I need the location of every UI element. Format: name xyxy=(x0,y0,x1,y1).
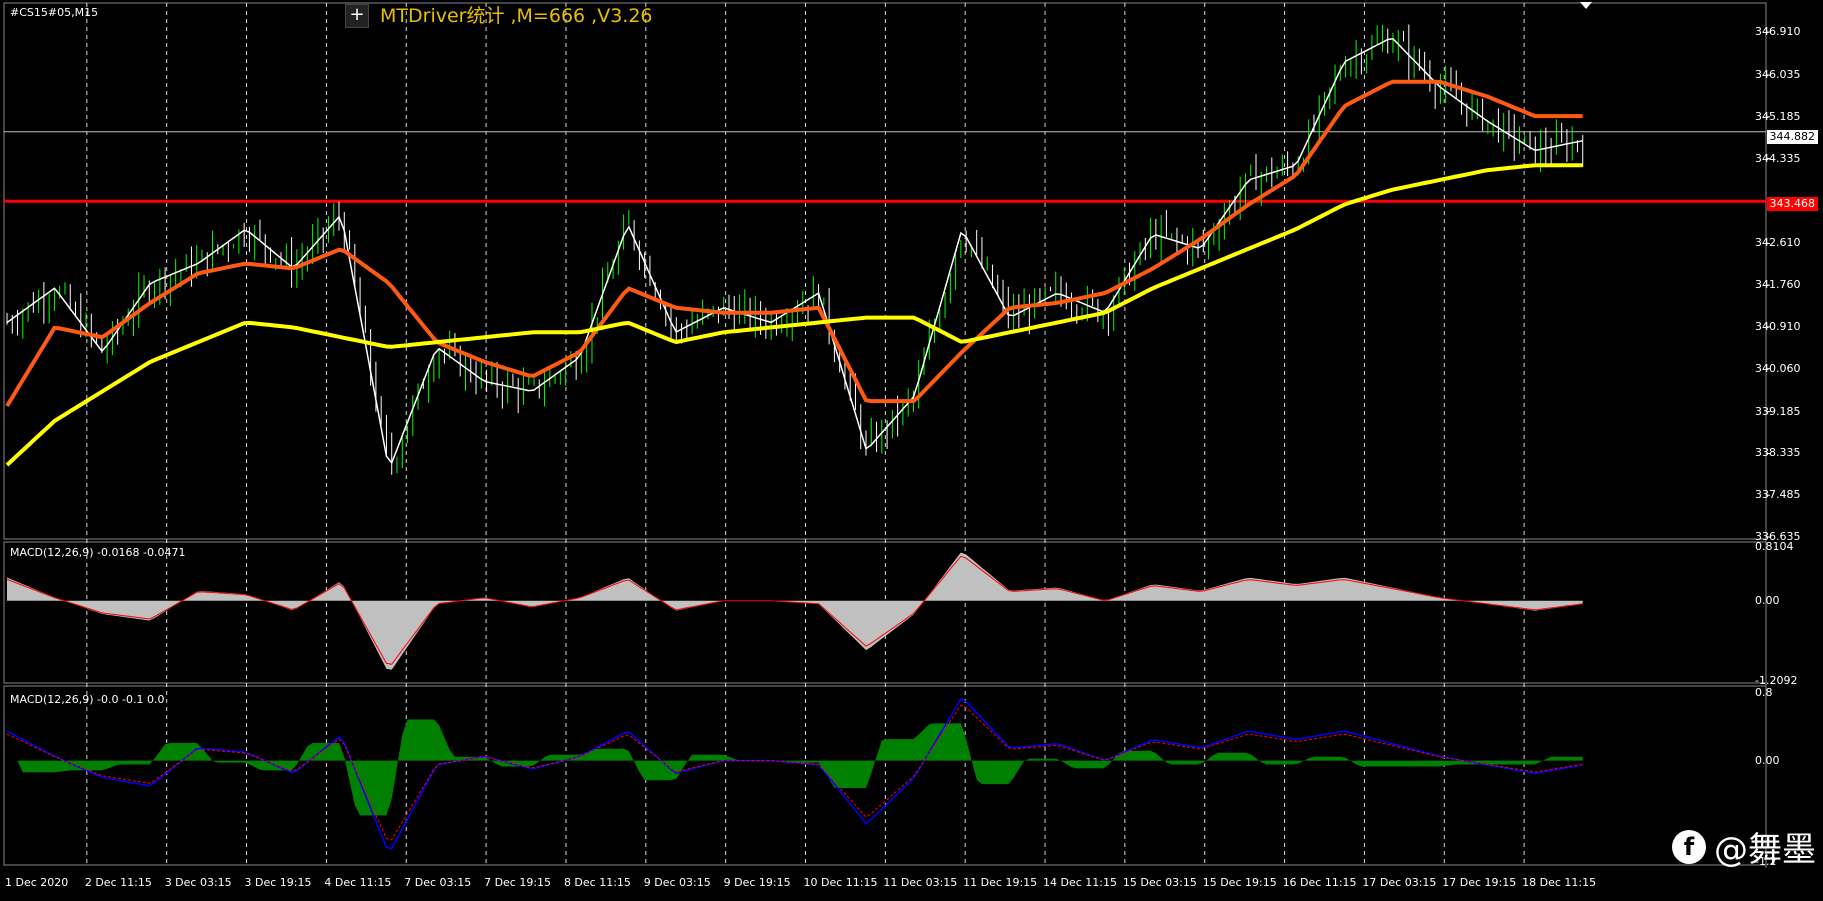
price-axis-label: 339.185 xyxy=(1755,404,1801,418)
time-axis-label: 15 Dec 03:15 xyxy=(1122,876,1197,889)
time-axis-label: 10 Dec 11:15 xyxy=(803,876,878,889)
current-price-tag: 344.882 xyxy=(1766,130,1818,144)
price-axis-label: 342.610 xyxy=(1755,236,1801,250)
chart-canvas[interactable] xyxy=(0,0,1823,901)
time-axis-label: 15 Dec 19:15 xyxy=(1202,876,1277,889)
time-axis-label: 7 Dec 19:15 xyxy=(484,876,552,889)
time-axis-label: 16 Dec 11:15 xyxy=(1282,876,1357,889)
time-axis-label: 8 Dec 11:15 xyxy=(563,876,631,889)
ea-add-button[interactable]: + xyxy=(345,4,369,28)
price-axis-label: 340.060 xyxy=(1755,361,1801,375)
price-axis-label: 346.035 xyxy=(1755,68,1801,82)
ma-fast-line xyxy=(6,38,1583,465)
time-axis-label: 2 Dec 11:15 xyxy=(84,876,152,889)
ma-mid-line xyxy=(5,79,1583,408)
time-axis-label: 11 Dec 19:15 xyxy=(963,876,1038,889)
hline-price-tag: 343.468 xyxy=(1766,197,1818,211)
watermark-logo-icon: f xyxy=(1672,829,1706,864)
time-axis-label: 4 Dec 11:15 xyxy=(324,876,392,889)
macd2-axis-label: 0.00 xyxy=(1755,753,1780,767)
price-axis-label: 337.485 xyxy=(1755,488,1801,502)
symbol-label: #CS15#05,M15 xyxy=(10,6,99,19)
price-axis-label: 340.910 xyxy=(1755,319,1801,333)
macd1-signal-line xyxy=(6,555,1583,665)
time-axis-label: 9 Dec 19:15 xyxy=(723,876,791,889)
time-axis-label: 3 Dec 19:15 xyxy=(244,876,312,889)
time-axis-label: 17 Dec 03:15 xyxy=(1362,876,1437,889)
macd1-label: MACD(12,26,9) -0.0168 -0.0471 xyxy=(10,546,186,559)
ma-slow-line xyxy=(5,163,1583,467)
macd1-axis-label: 0.00 xyxy=(1755,593,1780,607)
price-axis-label: 344.335 xyxy=(1755,151,1801,165)
time-axis-label: 9 Dec 03:15 xyxy=(643,876,711,889)
macd2-signal-line xyxy=(6,704,1583,841)
time-axis-label: 3 Dec 03:15 xyxy=(164,876,232,889)
ea-label: MTDriver统计 ,M=666 ,V3.26 xyxy=(380,5,653,27)
macd2-label: MACD(12,26,9) -0.0 -0.1 0.0 xyxy=(10,693,165,706)
time-axis-label: 18 Dec 11:15 xyxy=(1522,876,1597,889)
chart-shift-icon[interactable] xyxy=(1580,2,1592,9)
price-axis-label: 346.910 xyxy=(1755,25,1801,39)
macd2-main-line xyxy=(6,698,1583,850)
macd2-axis-label: 0.8 xyxy=(1755,686,1773,699)
time-axis-label: 7 Dec 03:15 xyxy=(404,876,472,889)
time-axis-label: 11 Dec 03:15 xyxy=(883,876,958,889)
time-axis-label: 1 Dec 2020 xyxy=(5,876,69,889)
macd2-axis-label: -1.2 xyxy=(1755,855,1777,868)
time-axis-label: 17 Dec 19:15 xyxy=(1442,876,1517,889)
price-axis-label: 341.760 xyxy=(1755,278,1801,292)
macd1-histogram xyxy=(7,552,1583,670)
price-axis-label: 345.185 xyxy=(1755,109,1801,123)
price-axis-label: 338.335 xyxy=(1755,446,1801,460)
time-axis-label: 14 Dec 11:15 xyxy=(1043,876,1117,889)
chart-window[interactable]: #CS15#05,M15 + MTDriver统计 ,M=666 ,V3.26 … xyxy=(0,0,1823,901)
macd1-axis-label: 0.8104 xyxy=(1755,540,1794,553)
macd2-histogram xyxy=(7,719,1583,816)
